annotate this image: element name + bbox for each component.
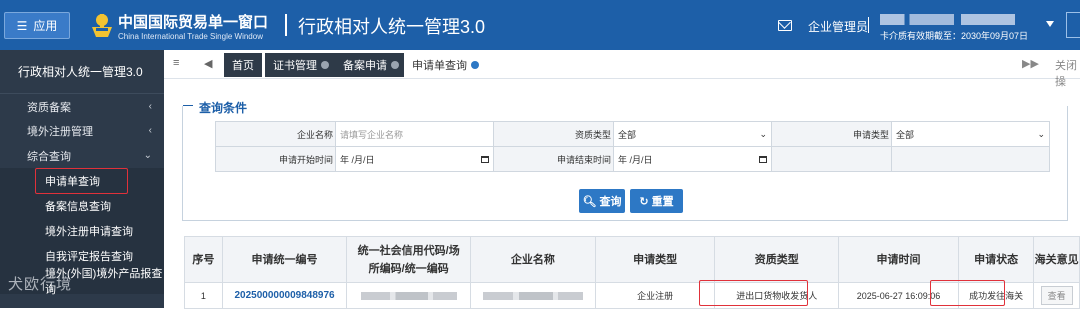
reset-button-label: 重置 [651, 196, 674, 208]
title-divider [285, 14, 287, 36]
sidebar-title: 行政相对人统一管理3.0 [0, 50, 164, 94]
tab-close-icon[interactable] [321, 61, 329, 69]
select-value: 全部 [896, 129, 915, 140]
search-icon: 🔍︎ [582, 195, 597, 208]
close-tabs-button[interactable]: 关闭操 [1055, 57, 1080, 89]
tab-close-icon[interactable] [391, 61, 399, 69]
system-title: 行政相对人统一管理3.0 [298, 17, 486, 37]
sidebar-item-label: 综合查询 [27, 151, 71, 163]
tab-home[interactable]: 首页 [224, 53, 262, 77]
chevron-down-icon: ⌄ [759, 128, 767, 139]
cell-app-code[interactable]: 202500000009848976 [221, 282, 348, 309]
empty-label-cell [771, 146, 892, 172]
cell-index: 1 [184, 282, 223, 309]
tab-scroll-right-icon[interactable]: ▶▶ [1022, 57, 1039, 70]
single-window-logo-icon [92, 14, 112, 37]
end-date-label: 申请结束时间 [493, 146, 614, 172]
tab-application-query[interactable]: 申请单查询 [404, 53, 487, 77]
tab-label: 备案申请 [343, 60, 387, 72]
select-value: 全部 [618, 129, 637, 140]
cell-company-redacted [470, 282, 596, 309]
column-header-company: 企业名称 [470, 236, 596, 283]
highlight-box-status [930, 280, 1005, 306]
column-header-opinion: 海关意见 [1033, 236, 1080, 283]
app-button-label: 应用 [33, 19, 58, 33]
menu-icon: ☰ [16, 18, 28, 33]
column-header-app-code: 申请统一编号 [221, 236, 348, 283]
brand-name-en: China International Trade Single Window [118, 32, 263, 41]
column-header-index: 序号 [184, 236, 223, 283]
start-date-label: 申请开始时间 [215, 146, 336, 172]
application-type-label: 申请类型 [771, 121, 892, 147]
app-menu-button[interactable]: ☰ 应用 [4, 12, 70, 39]
qualification-type-select[interactable]: 全部 ⌄ [613, 121, 772, 147]
highlight-box-qual-type [699, 280, 808, 306]
column-header-app-type: 申请类型 [594, 236, 716, 283]
column-header-credit-code: 统一社会信用代码/场所编码/统一编码 [346, 236, 472, 283]
highlight-box-active-menu [35, 168, 128, 194]
top-bar: ☰ 应用 中国国际贸易单一窗口 China International Trad… [0, 0, 1080, 50]
company-name-label: 企业名称 [215, 121, 336, 147]
column-header-app-time: 申请时间 [838, 236, 959, 283]
calendar-icon[interactable] [759, 155, 767, 163]
reset-button[interactable]: ↻ 重置 [630, 189, 683, 213]
chevron-left-icon: ‹ [148, 125, 152, 136]
sidebar-item-comprehensive-query[interactable]: 综合查询 ⌄ [0, 143, 164, 169]
chevron-down-icon: ⌄ [143, 150, 152, 161]
view-opinion-button[interactable]: 查看 [1040, 286, 1073, 305]
tab-close-icon[interactable] [471, 61, 479, 69]
collapse-menu-icon[interactable]: ≡ [173, 57, 179, 69]
brand-name-cn: 中国国际贸易单一窗口 [118, 14, 269, 31]
tab-filing[interactable]: 备案申请 [335, 53, 407, 77]
search-button[interactable]: 🔍︎ 查询 [579, 189, 625, 213]
cell-app-type: 企业注册 [594, 282, 716, 309]
column-header-status: 申请状态 [957, 236, 1035, 283]
tab-label: 申请单查询 [412, 60, 467, 72]
topbar-edge-button[interactable] [1066, 12, 1080, 38]
sidebar-subitem-overseas-application-query[interactable]: 境外注册申请查询 [0, 218, 164, 244]
cell-credit-code-redacted [346, 282, 472, 309]
watermark-text: 犬欧行境 [8, 276, 73, 293]
cell-opinion: 查看 [1033, 282, 1080, 309]
tab-bar: ≡ ◀ 首页 证书管理 备案申请 申请单查询 ▶▶ 关闭操 [164, 50, 1080, 88]
application-type-select[interactable]: 全部 ⌄ [891, 121, 1050, 147]
table-header-row: 序号 申请统一编号 统一社会信用代码/场所编码/统一编码 企业名称 申请类型 资… [184, 236, 1080, 283]
sidebar-item-label: 资质备案 [27, 102, 71, 114]
chevron-down-icon: ⌄ [1037, 128, 1045, 139]
user-dropdown-icon[interactable] [1046, 21, 1054, 27]
sidebar-subitem-filing-query[interactable]: 备案信息查询 [0, 193, 164, 219]
date-value: 年 /月/日 [618, 154, 653, 165]
user-name-redacted [880, 14, 1015, 25]
chevron-left-icon: ‹ [148, 101, 152, 112]
role-divider [868, 17, 869, 33]
query-form: 企业名称 请填写企业名称 资质类型 全部 ⌄ 申请类型 全部 ⌄ 申请开始时间 年 … [215, 121, 1050, 172]
column-header-qual-type: 资质类型 [714, 236, 840, 283]
sidebar-item-qualification[interactable]: 资质备案 ‹ [0, 94, 164, 120]
tab-label: 证书管理 [273, 60, 317, 72]
tab-label: 首页 [232, 60, 254, 72]
start-date-input[interactable]: 年 /月/日 [335, 146, 494, 172]
date-value: 年 /月/日 [340, 154, 375, 165]
tab-scroll-left-icon[interactable]: ◀ [204, 57, 212, 70]
empty-input-cell [891, 146, 1050, 172]
card-validity: 卡介质有效期截至：2030年09月07日 [880, 31, 1029, 41]
search-button-label: 查询 [599, 196, 622, 208]
calendar-icon[interactable] [481, 155, 489, 163]
qualification-type-label: 资质类型 [493, 121, 614, 147]
user-role: 企业管理员 [808, 20, 869, 34]
mail-icon[interactable] [778, 20, 792, 31]
tab-certificate[interactable]: 证书管理 [265, 53, 337, 77]
sidebar-item-overseas-registration[interactable]: 境外注册管理 ‹ [0, 118, 164, 144]
company-name-input[interactable]: 请填写企业名称 [335, 121, 494, 147]
refresh-icon: ↻ [639, 195, 649, 208]
sidebar-item-label: 境外注册管理 [27, 126, 93, 138]
end-date-input[interactable]: 年 /月/日 [613, 146, 772, 172]
